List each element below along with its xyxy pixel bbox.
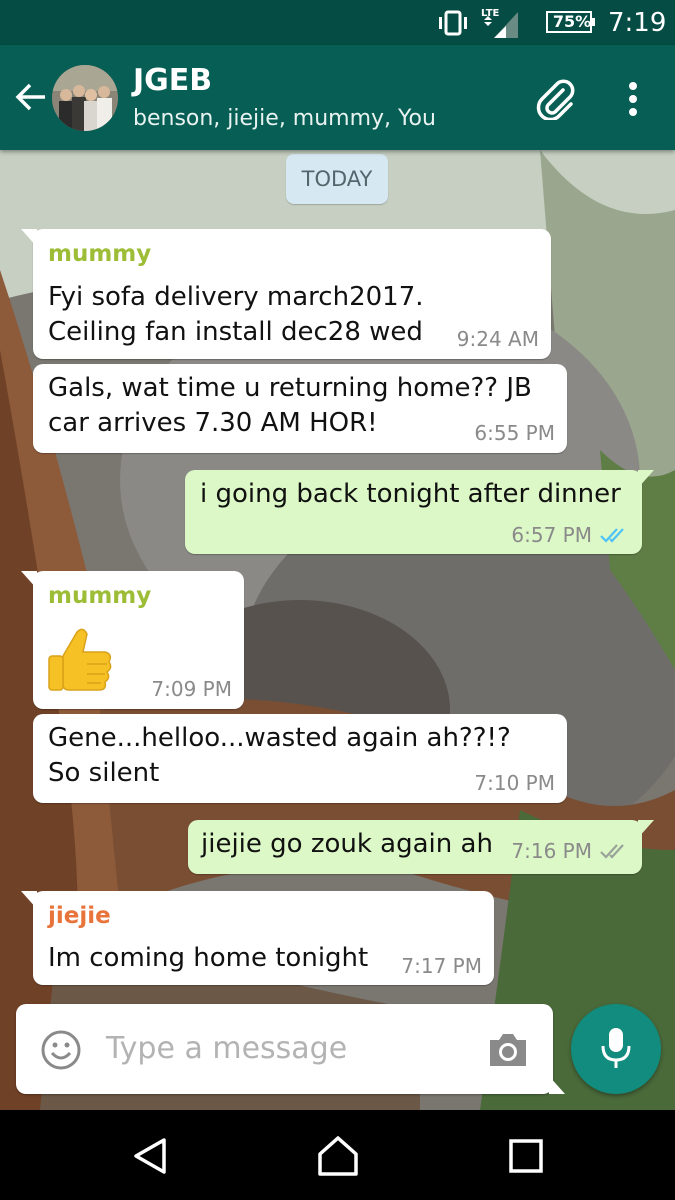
message-text-line: Ceiling fan install dec28 wed [48,317,423,347]
message-bubble-outgoing[interactable]: i going back tonight after dinner 6:57 P… [185,470,654,554]
message-bubble-incoming[interactable]: Gals, wat time u returning home?? JB car… [33,364,567,453]
message-bubble-incoming[interactable]: mummy 7:09 PM [21,571,244,709]
message-text-line: Fyi sofa delivery march2017. [48,282,424,312]
message-time: 6:57 PM [511,523,592,547]
battery-percent: 75% [552,12,592,31]
bubble-tail [21,891,37,909]
bubble-tail [638,470,654,488]
signal-icon: LTE [480,4,520,40]
sender-name: jiejie [48,903,111,929]
message-text-line: So silent [48,758,160,788]
sender-name: mummy [48,241,152,267]
bubble-tail [638,820,654,838]
message-time: 9:24 AM [456,327,539,351]
message-time: 7:16 PM [511,839,592,863]
attach-icon[interactable] [533,76,577,120]
thumbs-up-emoji [48,628,112,691]
clock: 7:19 [608,8,667,38]
message-list[interactable]: TODAY mummy Fyi sofa delivery march2017.… [0,150,675,1110]
overflow-menu-icon[interactable] [620,79,646,119]
message-input[interactable]: Type a message [106,1030,347,1068]
message-text-line: Gals, wat time u returning home?? JB [48,373,532,403]
read-ticks-icon [600,528,624,543]
message-text-line: i going back tonight after dinner [200,479,621,509]
message-time: 7:17 PM [401,954,482,978]
back-arrow-icon[interactable] [12,79,48,115]
message-time: 6:55 PM [474,421,555,445]
nav-recents-icon[interactable] [504,1134,548,1178]
message-bubble-incoming[interactable]: jiejie Im coming home tonight 7:17 PM [21,891,494,985]
chat-title[interactable]: JGEB [133,63,212,99]
nav-back-icon[interactable] [128,1134,172,1178]
delivered-ticks-icon [600,844,624,859]
chat-members[interactable]: benson, jiejie, mummy, You [133,105,436,133]
bubble-tail [21,229,37,247]
system-nav-bar [0,1110,675,1200]
network-type: LTE [481,8,500,19]
message-text-line: Gene...helloo...wasted again ah??!? [48,723,511,753]
nav-home-icon[interactable] [316,1134,360,1178]
composer-tail [549,1076,565,1094]
chat-header: JGEB benson, jiejie, mummy, You [0,45,675,150]
message-bubble-incoming[interactable]: Gene...helloo...wasted again ah??!? So s… [33,714,567,803]
message-bubble-incoming[interactable]: mummy Fyi sofa delivery march2017. Ceili… [21,229,551,359]
message-text-line: Im coming home tonight [48,943,369,973]
message-time: 7:09 PM [151,677,232,701]
status-bar: LTE 75% 7:19 [0,0,675,45]
sender-name: mummy [48,583,152,609]
mic-icon [601,1028,631,1068]
date-chip: TODAY [286,154,388,204]
message-text-line: car arrives 7.30 AM HOR! [48,408,378,438]
vibrate-icon [439,10,467,36]
mic-button[interactable] [571,1004,661,1094]
message-composer[interactable]: Type a message [16,1004,565,1094]
message-bubble-outgoing[interactable]: jiejie go zouk again ah 7:16 PM [188,820,654,874]
emoji-icon[interactable] [40,1029,82,1071]
camera-icon[interactable] [486,1030,530,1070]
message-text-line: jiejie go zouk again ah [201,829,493,859]
group-avatar[interactable] [52,65,118,131]
bubble-tail [21,571,37,589]
message-time: 7:10 PM [474,771,555,795]
